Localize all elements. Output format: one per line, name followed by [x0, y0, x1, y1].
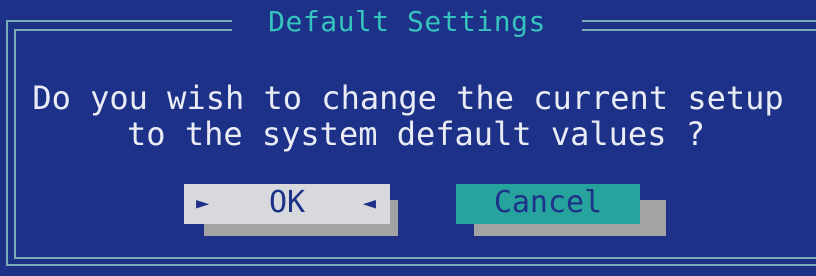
bios-dialog: Default Settings Do you wish to change t… — [0, 0, 816, 276]
dialog-title: Default Settings — [268, 5, 546, 38]
ok-button[interactable]: ► OK ◄ — [184, 184, 390, 224]
message-line-1: Do you wish to change the current setup — [32, 79, 784, 117]
message-line-2: to the system default values ? — [127, 115, 705, 153]
arrow-right-icon: ► — [196, 191, 210, 216]
ok-button-label: OK — [268, 185, 306, 220]
arrow-left-icon: ◄ — [362, 191, 376, 216]
cancel-button-label: Cancel — [493, 185, 603, 220]
cancel-button[interactable]: Cancel — [456, 184, 640, 224]
dialog-message: Do you wish to change the current setup … — [0, 80, 816, 152]
